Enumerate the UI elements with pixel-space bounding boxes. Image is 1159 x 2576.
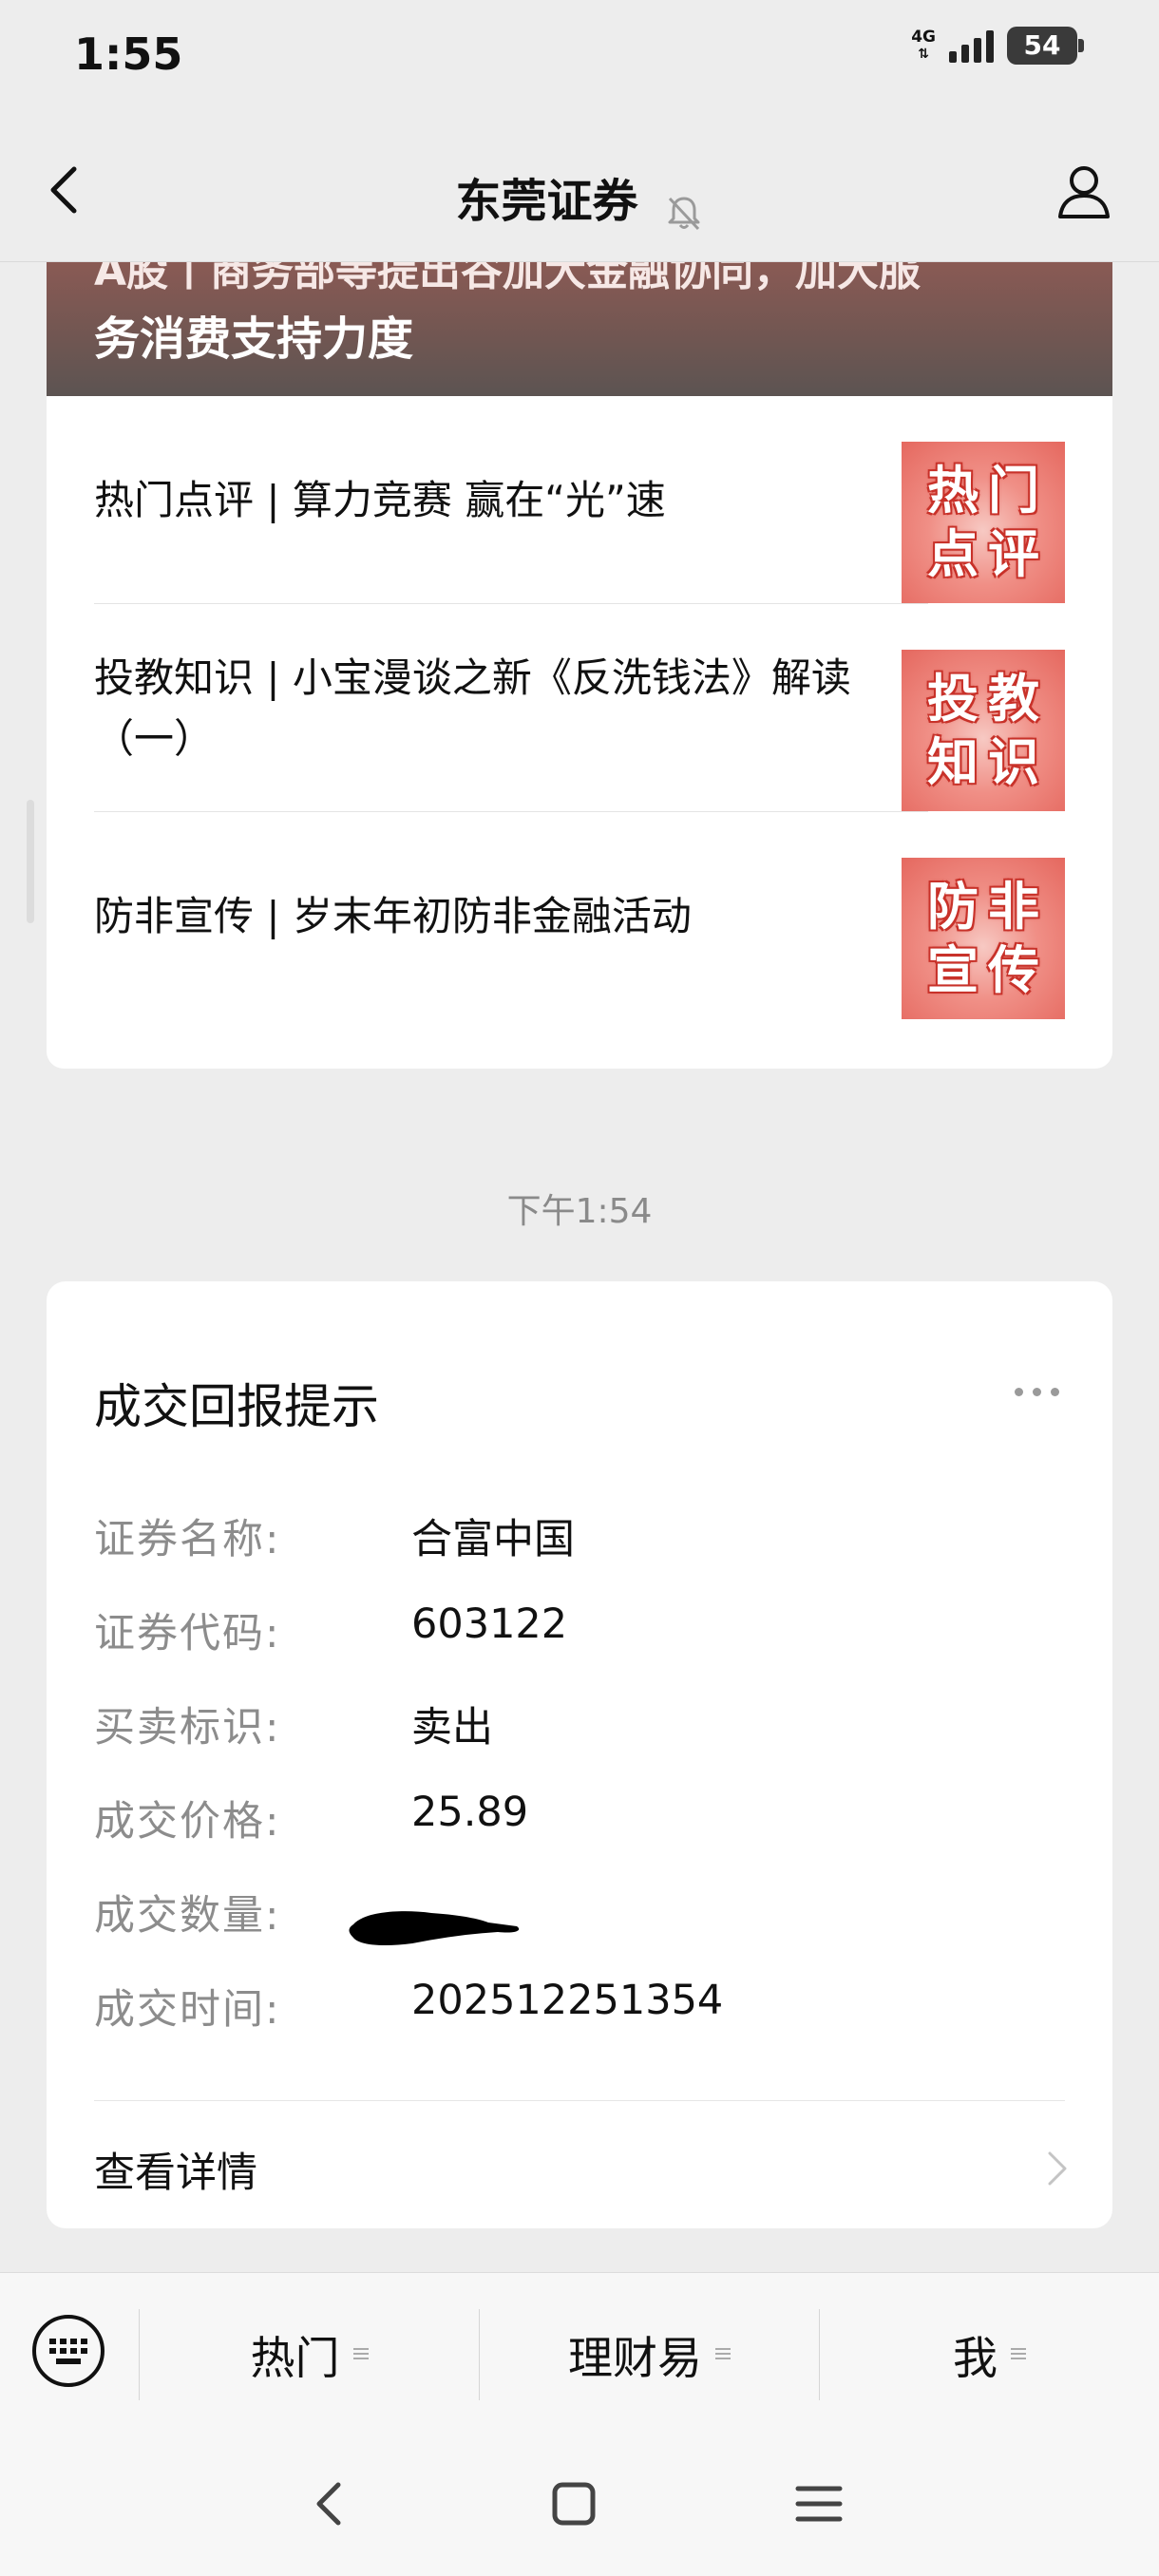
field-security-code: 证券代码: 603122 bbox=[94, 1601, 1044, 1657]
article-banner[interactable]: A股丨商务部等提出谷加大金融协同，加大服 务消费支持力度 bbox=[47, 261, 1112, 396]
field-security-name: 证券名称: 合富中国 bbox=[94, 1506, 1044, 1563]
article-item[interactable]: 投教知识 | 小宝漫谈之新《反洗钱法》解读（一） 投 教 知 识 bbox=[94, 604, 1065, 812]
field-value: 603122 bbox=[411, 1601, 568, 1648]
thumb-char: 知 bbox=[927, 731, 978, 792]
menu-item-hot[interactable]: 热门 bbox=[140, 2320, 479, 2387]
field-trade-direction: 买卖标识: 卖出 bbox=[94, 1695, 1044, 1752]
article-thumbnail: 热 门 点 评 bbox=[902, 442, 1065, 603]
field-label: 买卖标识: bbox=[94, 1704, 281, 1752]
more-options-icon[interactable] bbox=[1015, 1388, 1059, 1396]
article-title: 防非宣传 | 岁末年初防非金融活动 bbox=[94, 892, 692, 939]
battery-level: 54 bbox=[1023, 29, 1061, 61]
network-indicator: 4G ⇅ bbox=[911, 28, 936, 63]
thumb-char: 教 bbox=[988, 668, 1039, 729]
mute-bell-icon bbox=[668, 197, 700, 230]
data-arrows-icon: ⇅ bbox=[918, 47, 929, 62]
thumb-char: 评 bbox=[988, 523, 1039, 584]
trade-notice-card[interactable]: 成交回报提示 证券名称: 合富中国 证券代码: 603122 买卖标识: 卖出 … bbox=[47, 1281, 1112, 2228]
submenu-icon bbox=[1011, 2345, 1026, 2362]
profile-icon[interactable] bbox=[1053, 160, 1115, 222]
nav-bar: 东莞证券 bbox=[0, 114, 1159, 262]
page-title: 东莞证券 bbox=[455, 175, 638, 228]
message-timestamp: 下午1:54 bbox=[506, 1192, 653, 1231]
thumb-char: 传 bbox=[988, 939, 1039, 1000]
submenu-icon bbox=[715, 2345, 731, 2362]
status-bar: 1:55 4G ⇅ 54 bbox=[0, 0, 1159, 114]
thumb-char: 点 bbox=[927, 523, 978, 584]
scroll-indicator bbox=[27, 800, 34, 923]
battery-icon: 54 bbox=[1007, 27, 1084, 65]
menu-item-label: 热门 bbox=[250, 2332, 340, 2385]
banner-clipped-text: A股丨商务部等提出谷加大金融协同，加大服 bbox=[94, 261, 922, 295]
menu-item-label: 理财易 bbox=[568, 2332, 702, 2385]
network-type: 4G bbox=[911, 28, 936, 47]
article-thumbnail: 投 教 知 识 bbox=[902, 650, 1065, 811]
chevron-right-icon[interactable] bbox=[1042, 2148, 1071, 2189]
thumb-char: 防 bbox=[927, 876, 978, 937]
status-icons: 4G ⇅ 54 bbox=[911, 27, 1084, 65]
article-title: 投教知识 | 小宝漫谈之新《反洗钱法》解读（一） bbox=[94, 653, 851, 762]
field-label: 成交价格: bbox=[94, 1798, 281, 1846]
menu-item-me[interactable]: 我 bbox=[820, 2320, 1159, 2387]
article-item[interactable]: 热门点评 | 算力竞赛 赢在“光”速 热 门 点 评 bbox=[94, 396, 1065, 604]
menu-item-wealth[interactable]: 理财易 bbox=[480, 2320, 819, 2387]
thumb-char: 非 bbox=[988, 876, 1039, 937]
banner-title: 务消费支持力度 bbox=[94, 313, 414, 366]
field-trade-price: 成交价格: 25.89 bbox=[94, 1789, 1044, 1846]
system-home-icon[interactable] bbox=[545, 2475, 602, 2532]
signal-icon bbox=[949, 28, 994, 63]
system-menu-icon[interactable] bbox=[790, 2475, 847, 2532]
trade-notice-title: 成交回报提示 bbox=[94, 1379, 379, 1434]
field-value: 202512251354 bbox=[411, 1977, 724, 2024]
article-card: A股丨商务部等提出谷加大金融协同，加大服 务消费支持力度 热门点评 | 算力竞赛… bbox=[47, 261, 1112, 1069]
keyboard-icon[interactable] bbox=[30, 2313, 106, 2389]
article-title: 热门点评 | 算力竞赛 赢在“光”速 bbox=[94, 476, 666, 523]
divider bbox=[94, 2100, 1065, 2101]
field-trade-time: 成交时间: 202512251354 bbox=[94, 1977, 1044, 2034]
field-value: 25.89 bbox=[411, 1789, 529, 1836]
system-nav-bar bbox=[0, 2432, 1159, 2576]
nav-title-group: 东莞证券 bbox=[0, 163, 1159, 233]
field-value: 卖出 bbox=[411, 1704, 493, 1752]
bottom-menu: 热门 理财易 我 bbox=[0, 2272, 1159, 2433]
system-back-icon[interactable] bbox=[302, 2475, 359, 2532]
menu-item-label: 我 bbox=[953, 2332, 998, 2385]
thumb-char: 门 bbox=[988, 460, 1039, 521]
field-label: 证券名称: bbox=[94, 1516, 281, 1563]
field-label: 成交时间: bbox=[94, 1986, 281, 2034]
thumb-char: 宣 bbox=[927, 939, 978, 1000]
submenu-icon bbox=[352, 2345, 369, 2362]
thumb-char: 识 bbox=[988, 731, 1039, 792]
field-value: 合富中国 bbox=[411, 1516, 575, 1563]
view-details-link[interactable]: 查看详情 bbox=[94, 2140, 257, 2199]
status-time: 1:55 bbox=[74, 28, 183, 80]
article-item[interactable]: 防非宣传 | 岁末年初防非金融活动 防 非 宣 传 bbox=[94, 812, 1065, 1020]
article-thumbnail: 防 非 宣 传 bbox=[902, 858, 1065, 1019]
field-label: 成交数量: bbox=[94, 1892, 281, 1940]
thumb-char: 投 bbox=[927, 668, 978, 729]
thumb-char: 热 bbox=[927, 460, 978, 521]
field-trade-quantity: 成交数量: bbox=[94, 1883, 1044, 1940]
field-label: 证券代码: bbox=[94, 1610, 281, 1657]
redaction-mark bbox=[349, 1911, 520, 1945]
